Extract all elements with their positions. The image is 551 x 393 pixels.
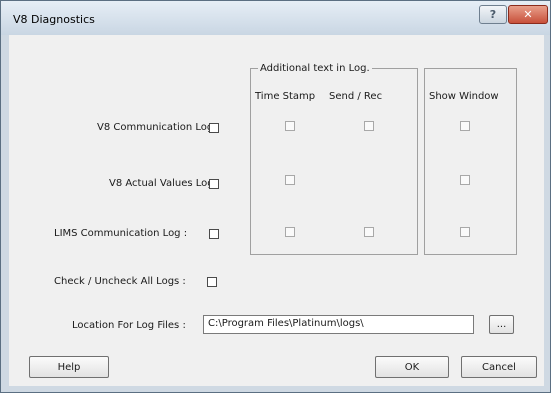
help-button[interactable]: Help xyxy=(29,356,109,378)
v8-actual-values-time-stamp-checkbox[interactable] xyxy=(285,175,295,185)
help-button-label: Help xyxy=(57,361,81,373)
time-stamp-header: Time Stamp xyxy=(255,91,316,102)
log-location-input[interactable]: C:\Program Files\Platinum\logs\ xyxy=(203,315,474,334)
v8-actual-values-show-window-checkbox[interactable] xyxy=(460,175,470,185)
browse-button[interactable]: ... xyxy=(489,315,514,334)
lims-communication-log-checkbox[interactable] xyxy=(209,229,219,239)
show-window-header: Show Window xyxy=(429,91,499,102)
location-label: Location For Log Files : xyxy=(72,320,186,331)
lims-communication-send-rec-checkbox[interactable] xyxy=(364,227,374,237)
v8-communication-log-checkbox[interactable] xyxy=(209,123,219,133)
send-rec-header: Send / Rec xyxy=(329,91,383,102)
title-bar: V8 Diagnostics ? ✕ xyxy=(1,1,550,35)
title-close-button[interactable]: ✕ xyxy=(508,5,548,24)
v8-communication-show-window-checkbox[interactable] xyxy=(460,121,470,131)
browse-button-label: ... xyxy=(496,319,507,330)
cancel-button-label: Cancel xyxy=(482,361,516,373)
lims-communication-show-window-checkbox[interactable] xyxy=(460,227,470,237)
question-icon: ? xyxy=(489,8,497,21)
check-all-logs-checkbox[interactable] xyxy=(207,277,217,287)
close-icon: ✕ xyxy=(523,8,533,21)
window-title: V8 Diagnostics xyxy=(13,13,95,26)
row-label-v8-actual-values-log: V8 Actual Values Log : xyxy=(109,178,221,189)
ok-button[interactable]: OK xyxy=(375,356,449,378)
row-label-v8-communication-log: V8 Communication Log : xyxy=(97,122,220,133)
ok-button-label: OK xyxy=(404,361,420,373)
check-all-label: Check / Uncheck All Logs : xyxy=(54,276,186,287)
v8-communication-time-stamp-checkbox[interactable] xyxy=(285,121,295,131)
additional-text-legend: Additional text in Log. xyxy=(258,63,372,74)
cancel-button[interactable]: Cancel xyxy=(461,356,537,378)
diagnostics-window: V8 Diagnostics ? ✕ Additional text in Lo… xyxy=(0,0,551,393)
row-label-lims-communication-log: LIMS Communication Log : xyxy=(54,228,188,239)
v8-communication-send-rec-checkbox[interactable] xyxy=(364,121,374,131)
lims-communication-time-stamp-checkbox[interactable] xyxy=(285,227,295,237)
v8-actual-values-log-checkbox[interactable] xyxy=(209,179,219,189)
dialog-body: Additional text in Log. Time Stamp Send … xyxy=(9,35,544,386)
title-help-button[interactable]: ? xyxy=(479,5,507,24)
